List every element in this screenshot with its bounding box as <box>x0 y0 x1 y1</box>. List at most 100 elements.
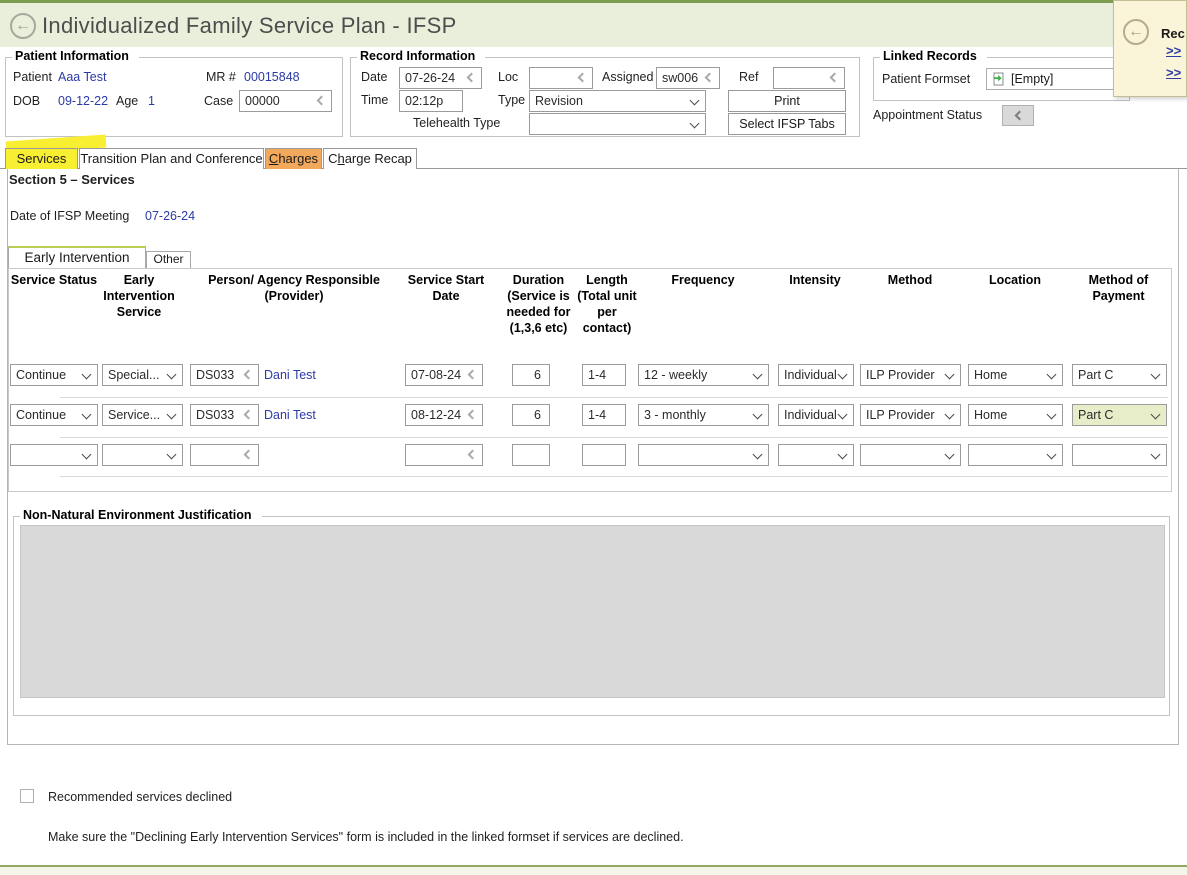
patient-name-value[interactable]: Aaa Test <box>58 70 106 84</box>
service-status-select[interactable] <box>10 444 98 466</box>
length-input[interactable]: 1-4 <box>582 364 626 386</box>
linked-records-group: Linked Records Patient Formset [Empty] <box>873 57 1130 101</box>
tab-services[interactable]: Services <box>5 148 78 169</box>
length-input[interactable]: 1-4 <box>582 404 626 426</box>
appointment-status-field[interactable] <box>1002 105 1034 126</box>
provider-code-field[interactable]: DS033 <box>190 404 259 426</box>
provider-name-link[interactable]: Dani Test <box>264 364 316 386</box>
frequency-select[interactable]: 12 - weekly <box>638 364 769 386</box>
loc-label: Loc <box>498 70 518 84</box>
last-record-link[interactable]: >> <box>1166 65 1181 80</box>
record-information-title: Record Information <box>357 49 485 63</box>
justification-group: Non-Natural Environment Justification <box>13 516 1170 716</box>
services-declined-label: Recommended services declined <box>48 790 232 804</box>
time-field[interactable]: 02:12p <box>399 90 463 112</box>
tab-transition-plan[interactable]: Transition Plan and Conference <box>79 148 264 169</box>
panel-back-arrow-icon[interactable]: ← <box>1123 19 1149 45</box>
date-label: Date <box>361 70 387 84</box>
service-status-select[interactable]: Continue <box>10 364 98 386</box>
record-information-group: Record Information Date 07-26-24 Loc Ass… <box>350 57 860 137</box>
ei-service-select[interactable] <box>102 444 183 466</box>
service-start-date-field[interactable] <box>405 444 483 466</box>
col-method: Method <box>859 272 961 288</box>
provider-code-field[interactable] <box>190 444 259 466</box>
appointment-status-label: Appointment Status <box>873 108 982 122</box>
dob-label: DOB <box>13 94 40 108</box>
frequency-select[interactable] <box>638 444 769 466</box>
chevron-down-icon <box>753 410 763 420</box>
chevron-down-icon <box>82 450 92 460</box>
service-status-select[interactable]: Continue <box>10 404 98 426</box>
lookup-chevron-icon <box>830 73 840 83</box>
ei-service-select[interactable]: Special... <box>102 364 183 386</box>
intensity-select[interactable] <box>778 444 854 466</box>
col-location: Location <box>967 272 1063 288</box>
duration-input[interactable]: 6 <box>512 404 550 426</box>
chevron-down-icon <box>838 450 848 460</box>
chevron-down-icon <box>945 450 955 460</box>
telehealth-label: Telehealth Type <box>413 116 500 130</box>
col-frequency: Frequency <box>637 272 769 288</box>
patient-formset-field[interactable]: [Empty] <box>986 68 1127 90</box>
patient-information-title: Patient Information <box>12 49 139 63</box>
length-input[interactable] <box>582 444 626 466</box>
duration-input[interactable] <box>512 444 550 466</box>
title-bar: ← Individualized Family Service Plan - I… <box>0 0 1187 47</box>
ei-service-select[interactable]: Service... <box>102 404 183 426</box>
telehealth-select[interactable] <box>529 113 706 135</box>
section-title: Section 5 – Services <box>9 172 135 187</box>
chevron-down-icon <box>167 450 177 460</box>
col-duration: Duration (Service is needed for (1,3,6 e… <box>503 272 574 336</box>
chevron-down-icon <box>690 119 700 129</box>
subtab-early-intervention[interactable]: Early Intervention <box>8 246 146 268</box>
duration-input[interactable]: 6 <box>512 364 550 386</box>
service-start-date-field[interactable]: 07-08-24 <box>405 364 483 386</box>
type-select[interactable]: Revision <box>529 90 706 112</box>
services-declined-checkbox[interactable] <box>20 789 34 803</box>
payment-select[interactable]: Part C <box>1072 404 1167 426</box>
col-method-payment: Method of Payment <box>1070 272 1167 304</box>
loc-field[interactable] <box>529 67 593 89</box>
col-length: Length (Total unit per contact) <box>576 272 638 336</box>
method-select[interactable]: ILP Provider <box>860 404 961 426</box>
chevron-down-icon <box>945 370 955 380</box>
provider-code-field[interactable]: DS033 <box>190 364 259 386</box>
location-select[interactable]: Home <box>968 404 1063 426</box>
provider-name-link[interactable]: Dani Test <box>264 404 316 426</box>
next-record-link[interactable]: >> <box>1166 43 1181 58</box>
chevron-down-icon <box>1047 370 1057 380</box>
lookup-chevron-icon <box>317 96 327 106</box>
lookup-chevron-icon <box>578 73 588 83</box>
tab-charge-recap[interactable]: Charge Recap <box>323 148 417 169</box>
method-select[interactable]: ILP Provider <box>860 364 961 386</box>
date-field[interactable]: 07-26-24 <box>399 67 482 89</box>
location-select[interactable] <box>968 444 1063 466</box>
case-field[interactable]: 00000 <box>239 90 332 112</box>
row-separator <box>60 437 1168 438</box>
print-button[interactable]: Print <box>728 90 846 112</box>
back-arrow-icon[interactable]: ← <box>10 13 36 39</box>
lookup-chevron-icon <box>467 73 477 83</box>
ref-field[interactable] <box>773 67 845 89</box>
method-select[interactable] <box>860 444 961 466</box>
chevron-down-icon <box>1151 450 1161 460</box>
lookup-chevron-icon <box>244 370 254 380</box>
service-start-date-field[interactable]: 08-12-24 <box>405 404 483 426</box>
assigned-field[interactable]: sw006 <box>656 67 720 89</box>
chevron-down-icon <box>1047 410 1057 420</box>
select-ifsp-tabs-button[interactable]: Select IFSP Tabs <box>728 113 846 135</box>
chevron-down-icon <box>753 450 763 460</box>
chevron-down-icon <box>838 410 848 420</box>
location-select[interactable]: Home <box>968 364 1063 386</box>
chevron-down-icon <box>1151 410 1161 420</box>
intensity-select[interactable]: Individual <box>778 364 854 386</box>
formset-icon <box>992 72 1006 86</box>
payment-select[interactable]: Part C <box>1072 364 1167 386</box>
tab-charges[interactable]: Charges <box>265 148 322 169</box>
justification-textarea <box>20 525 1165 698</box>
payment-select[interactable] <box>1072 444 1167 466</box>
frequency-select[interactable]: 3 - monthly <box>638 404 769 426</box>
subtab-other[interactable]: Other <box>146 251 191 268</box>
intensity-select[interactable]: Individual <box>778 404 854 426</box>
lookup-chevron-icon <box>244 410 254 420</box>
